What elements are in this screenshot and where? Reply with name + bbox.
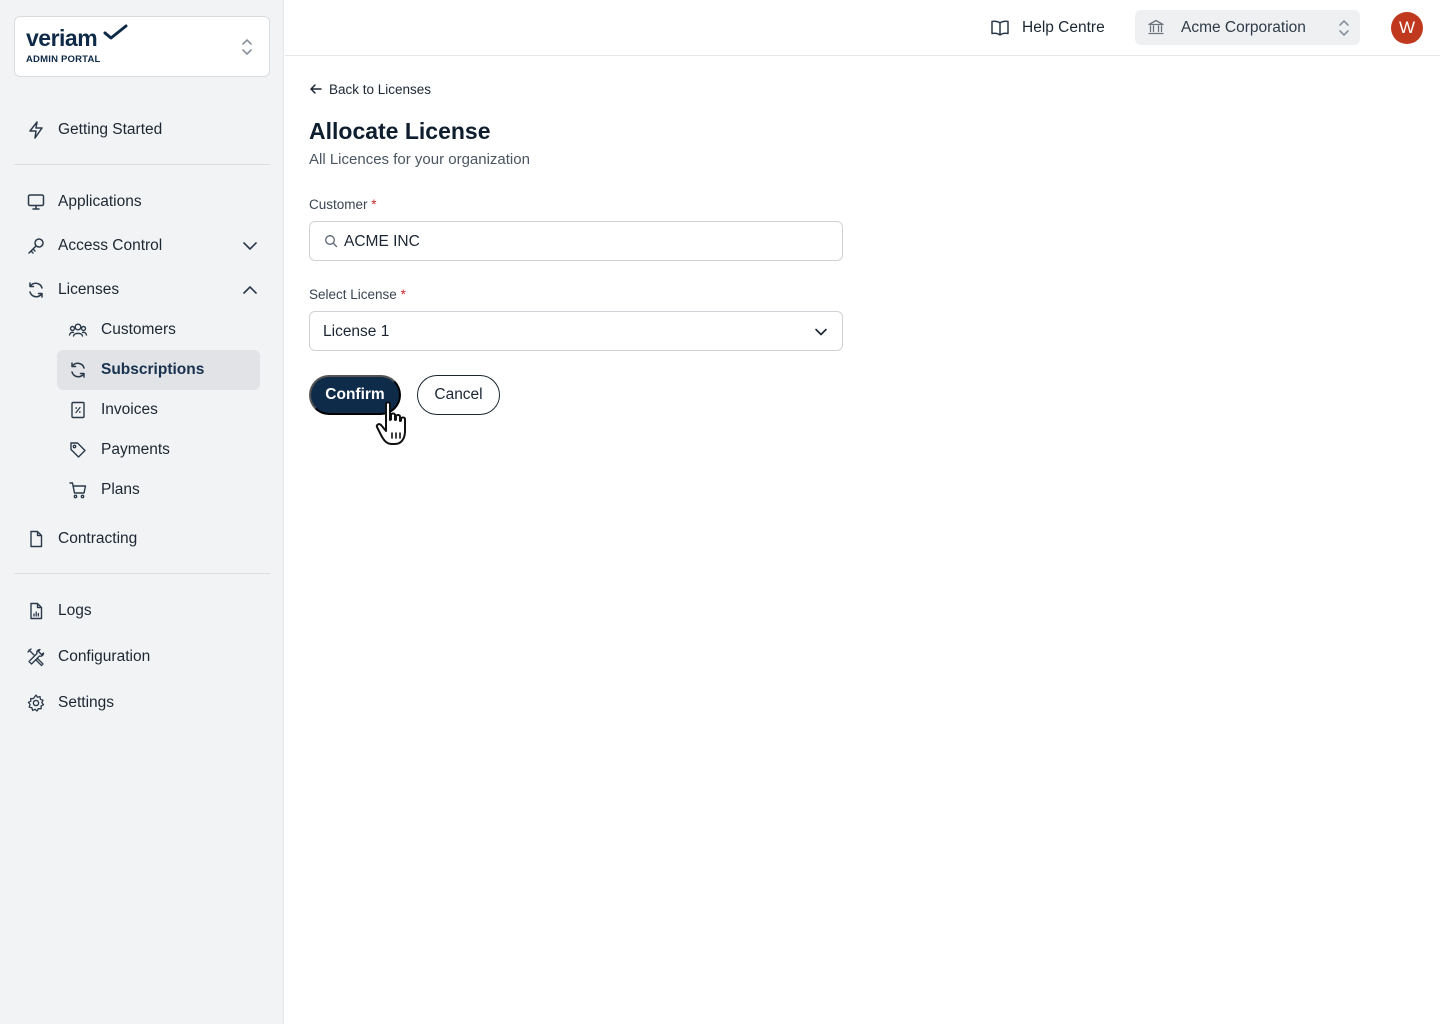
brand-switcher[interactable]: veriam ADMIN PORTAL xyxy=(14,16,270,77)
hand-cursor-icon xyxy=(375,401,406,445)
help-centre-link[interactable]: Help Centre xyxy=(990,14,1105,42)
brand-logo-text: veriam xyxy=(26,25,98,51)
page-title: Allocate License xyxy=(309,118,491,144)
sidebar: veriam ADMIN PORTAL Getting Started Appl… xyxy=(0,0,284,1024)
sidebar-subitem-payments[interactable]: Payments xyxy=(57,430,260,470)
sidebar-item-label: Access Control xyxy=(58,237,163,254)
license-field-label: Select License * xyxy=(309,287,406,302)
customer-field-label: Customer * xyxy=(309,197,377,212)
tag-icon xyxy=(68,440,88,460)
sidebar-divider xyxy=(14,164,270,165)
customer-search-input[interactable]: ACME INC xyxy=(309,221,843,261)
organization-switcher[interactable]: Acme Corporation xyxy=(1135,10,1360,45)
sidebar-item-label: Contracting xyxy=(58,530,138,547)
sidebar-subitem-subscriptions[interactable]: Subscriptions xyxy=(57,350,260,390)
sidebar-subitem-customers[interactable]: Customers xyxy=(57,310,260,350)
bank-icon xyxy=(1148,19,1164,35)
license-select-value: License 1 xyxy=(323,323,390,340)
required-mark: * xyxy=(400,287,406,302)
sidebar-subitem-label: Payments xyxy=(101,441,170,458)
sidebar-subitem-invoices[interactable]: Invoices xyxy=(57,390,260,430)
chevron-down-icon xyxy=(815,328,827,336)
sidebar-item-configuration[interactable]: Configuration xyxy=(14,637,270,677)
receipt-icon xyxy=(68,400,88,420)
help-centre-label: Help Centre xyxy=(1022,19,1105,36)
sidebar-item-logs[interactable]: Logs xyxy=(14,591,270,631)
license-label-text: Select License xyxy=(309,287,397,302)
brand-subtitle: ADMIN PORTAL xyxy=(26,54,101,65)
chevron-updown-icon xyxy=(242,39,252,55)
customer-input-value: ACME INC xyxy=(344,233,420,250)
sidebar-item-licenses[interactable]: Licenses xyxy=(14,270,270,310)
sidebar-subitem-label: Customers xyxy=(101,321,176,338)
sidebar-item-contracting[interactable]: Contracting xyxy=(14,519,270,559)
sidebar-divider xyxy=(14,573,270,574)
top-bar: Help Centre Acme Corporation W xyxy=(285,0,1440,56)
back-link-label: Back to Licenses xyxy=(329,81,432,97)
required-mark: * xyxy=(371,197,377,212)
sidebar-item-label: Applications xyxy=(58,193,142,210)
search-icon xyxy=(325,235,338,248)
cancel-button[interactable]: Cancel xyxy=(417,375,500,415)
chevron-up-icon[interactable] xyxy=(242,282,258,298)
sidebar-subitem-label: Subscriptions xyxy=(101,361,205,378)
sidebar-item-getting-started[interactable]: Getting Started xyxy=(14,110,270,150)
document-icon xyxy=(26,529,46,549)
sidebar-item-label: Licenses xyxy=(58,281,120,298)
chevron-updown-icon xyxy=(1339,20,1349,36)
tools-icon xyxy=(26,647,46,667)
sidebar-subitem-plans[interactable]: Plans xyxy=(57,470,260,510)
chevron-down-icon[interactable] xyxy=(242,238,258,254)
license-select[interactable]: License 1 xyxy=(309,311,843,351)
customer-label-text: Customer xyxy=(309,197,368,212)
sidebar-item-settings[interactable]: Settings xyxy=(14,683,270,723)
page-subtitle: All Licences for your organization xyxy=(309,151,530,168)
sidebar-subitem-label: Plans xyxy=(101,481,140,498)
book-icon xyxy=(991,20,1009,36)
monitor-icon xyxy=(26,192,46,212)
brand-check-icon xyxy=(103,24,128,40)
back-to-licenses-link[interactable]: Back to Licenses xyxy=(309,80,431,98)
sidebar-item-label: Configuration xyxy=(58,648,151,665)
sidebar-item-label: Settings xyxy=(58,694,115,711)
cart-icon xyxy=(68,480,88,500)
lightning-icon xyxy=(26,120,46,140)
user-avatar[interactable]: W xyxy=(1391,12,1423,44)
gear-icon xyxy=(26,693,46,713)
users-icon xyxy=(68,320,88,340)
arrow-left-icon xyxy=(310,84,322,94)
report-icon xyxy=(26,601,46,621)
refresh-icon xyxy=(68,360,88,380)
sidebar-subitem-label: Invoices xyxy=(101,401,158,418)
organization-name: Acme Corporation xyxy=(1181,19,1306,36)
sidebar-item-label: Getting Started xyxy=(58,121,163,138)
sidebar-item-access-control[interactable]: Access Control xyxy=(14,226,270,266)
sidebar-item-applications[interactable]: Applications xyxy=(14,182,270,222)
refresh-icon xyxy=(26,280,46,300)
sidebar-item-label: Logs xyxy=(58,602,92,619)
key-icon xyxy=(26,236,46,256)
